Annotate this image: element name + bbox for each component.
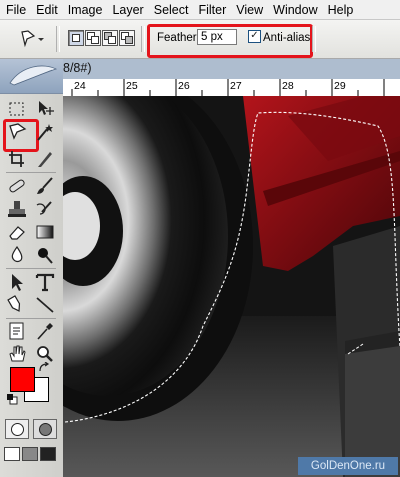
menu-file[interactable]: File xyxy=(0,3,30,17)
feather-label: Feather: xyxy=(157,32,200,44)
full-screen-menu-mode-button[interactable] xyxy=(22,447,38,461)
eyedropper-icon[interactable] xyxy=(34,321,56,341)
ruler-tick-label: 28 xyxy=(282,80,294,92)
move-tool-icon[interactable] xyxy=(34,99,56,119)
options-bar: Feather: 5 px ✓ Anti-alias xyxy=(0,20,400,59)
swap-colors-icon[interactable] xyxy=(38,362,50,374)
document-title-bar: 8/8#) xyxy=(63,59,400,79)
ruler-tick-label: 29 xyxy=(334,80,346,92)
ruler-tick-label: 24 xyxy=(74,80,86,92)
hand-tool-icon[interactable] xyxy=(6,344,28,364)
toolbox-separator xyxy=(6,172,56,173)
feather-logo-icon xyxy=(9,65,58,86)
menu-view[interactable]: View xyxy=(230,3,267,17)
healing-brush-icon[interactable] xyxy=(6,176,28,196)
anti-alias-label: Anti-alias xyxy=(263,32,311,44)
history-brush-icon[interactable] xyxy=(34,199,56,219)
tool-preset-picker-icon[interactable] xyxy=(18,28,46,50)
menu-edit[interactable]: Edit xyxy=(30,3,62,17)
quick-mask-button[interactable] xyxy=(33,419,57,439)
ruler-tick-label: 25 xyxy=(126,80,138,92)
crop-tool-icon[interactable] xyxy=(6,149,28,169)
car-wheel-image xyxy=(63,96,400,477)
notes-tool-icon[interactable] xyxy=(6,321,28,341)
menu-select[interactable]: Select xyxy=(148,3,193,17)
clone-stamp-icon[interactable] xyxy=(6,199,28,219)
polygonal-lasso-icon[interactable] xyxy=(7,122,29,142)
ruler-tick-label: 27 xyxy=(230,80,242,92)
menu-bar: File Edit Image Layer Select Filter View… xyxy=(0,0,400,20)
toolbox-header xyxy=(0,59,63,94)
options-separator xyxy=(312,26,316,52)
standard-screen-mode-button[interactable] xyxy=(4,447,20,461)
ruler-tick-label: 26 xyxy=(178,80,190,92)
pen-tool-icon[interactable] xyxy=(6,295,28,315)
intersect-selection-button[interactable] xyxy=(119,30,135,46)
add-to-selection-button[interactable] xyxy=(85,30,101,46)
line-tool-icon[interactable] xyxy=(34,295,56,315)
type-tool-icon[interactable] xyxy=(34,272,56,292)
default-colors-icon[interactable] xyxy=(6,393,18,405)
menu-layer[interactable]: Layer xyxy=(106,3,147,17)
menu-window[interactable]: Window xyxy=(267,3,321,17)
dodge-tool-icon[interactable] xyxy=(34,245,56,265)
menu-help[interactable]: Help xyxy=(322,3,358,17)
anti-alias-checkbox[interactable]: ✓ xyxy=(248,30,261,43)
foreground-color-swatch[interactable] xyxy=(10,367,35,392)
options-separator xyxy=(141,26,145,52)
menu-image[interactable]: Image xyxy=(62,3,107,17)
toolbox-separator xyxy=(6,318,56,319)
options-separator xyxy=(56,26,60,52)
blur-tool-icon[interactable] xyxy=(6,245,28,265)
standard-mode-button[interactable] xyxy=(5,419,29,439)
toolbox-separator xyxy=(6,268,56,269)
image-canvas[interactable] xyxy=(63,96,400,477)
new-selection-button[interactable] xyxy=(68,30,84,46)
eraser-tool-icon[interactable] xyxy=(6,222,28,242)
toolbox xyxy=(0,59,64,477)
gradient-tool-icon[interactable] xyxy=(34,222,56,242)
watermark-badge: GolDenOne.ru xyxy=(298,457,398,475)
full-screen-mode-button[interactable] xyxy=(40,447,56,461)
magic-wand-icon[interactable] xyxy=(34,122,56,142)
document-title: 8/8#) xyxy=(63,61,92,75)
brush-tool-icon[interactable] xyxy=(34,176,56,196)
path-selection-icon[interactable] xyxy=(6,272,28,292)
menu-filter[interactable]: Filter xyxy=(192,3,230,17)
slice-tool-icon[interactable] xyxy=(34,149,56,169)
subtract-from-selection-button[interactable] xyxy=(102,30,118,46)
zoom-tool-icon[interactable] xyxy=(34,344,56,364)
rectangular-marquee-icon[interactable] xyxy=(6,99,28,119)
feather-input[interactable]: 5 px xyxy=(197,29,237,45)
horizontal-ruler: 24 25 26 27 28 29 xyxy=(63,79,400,97)
